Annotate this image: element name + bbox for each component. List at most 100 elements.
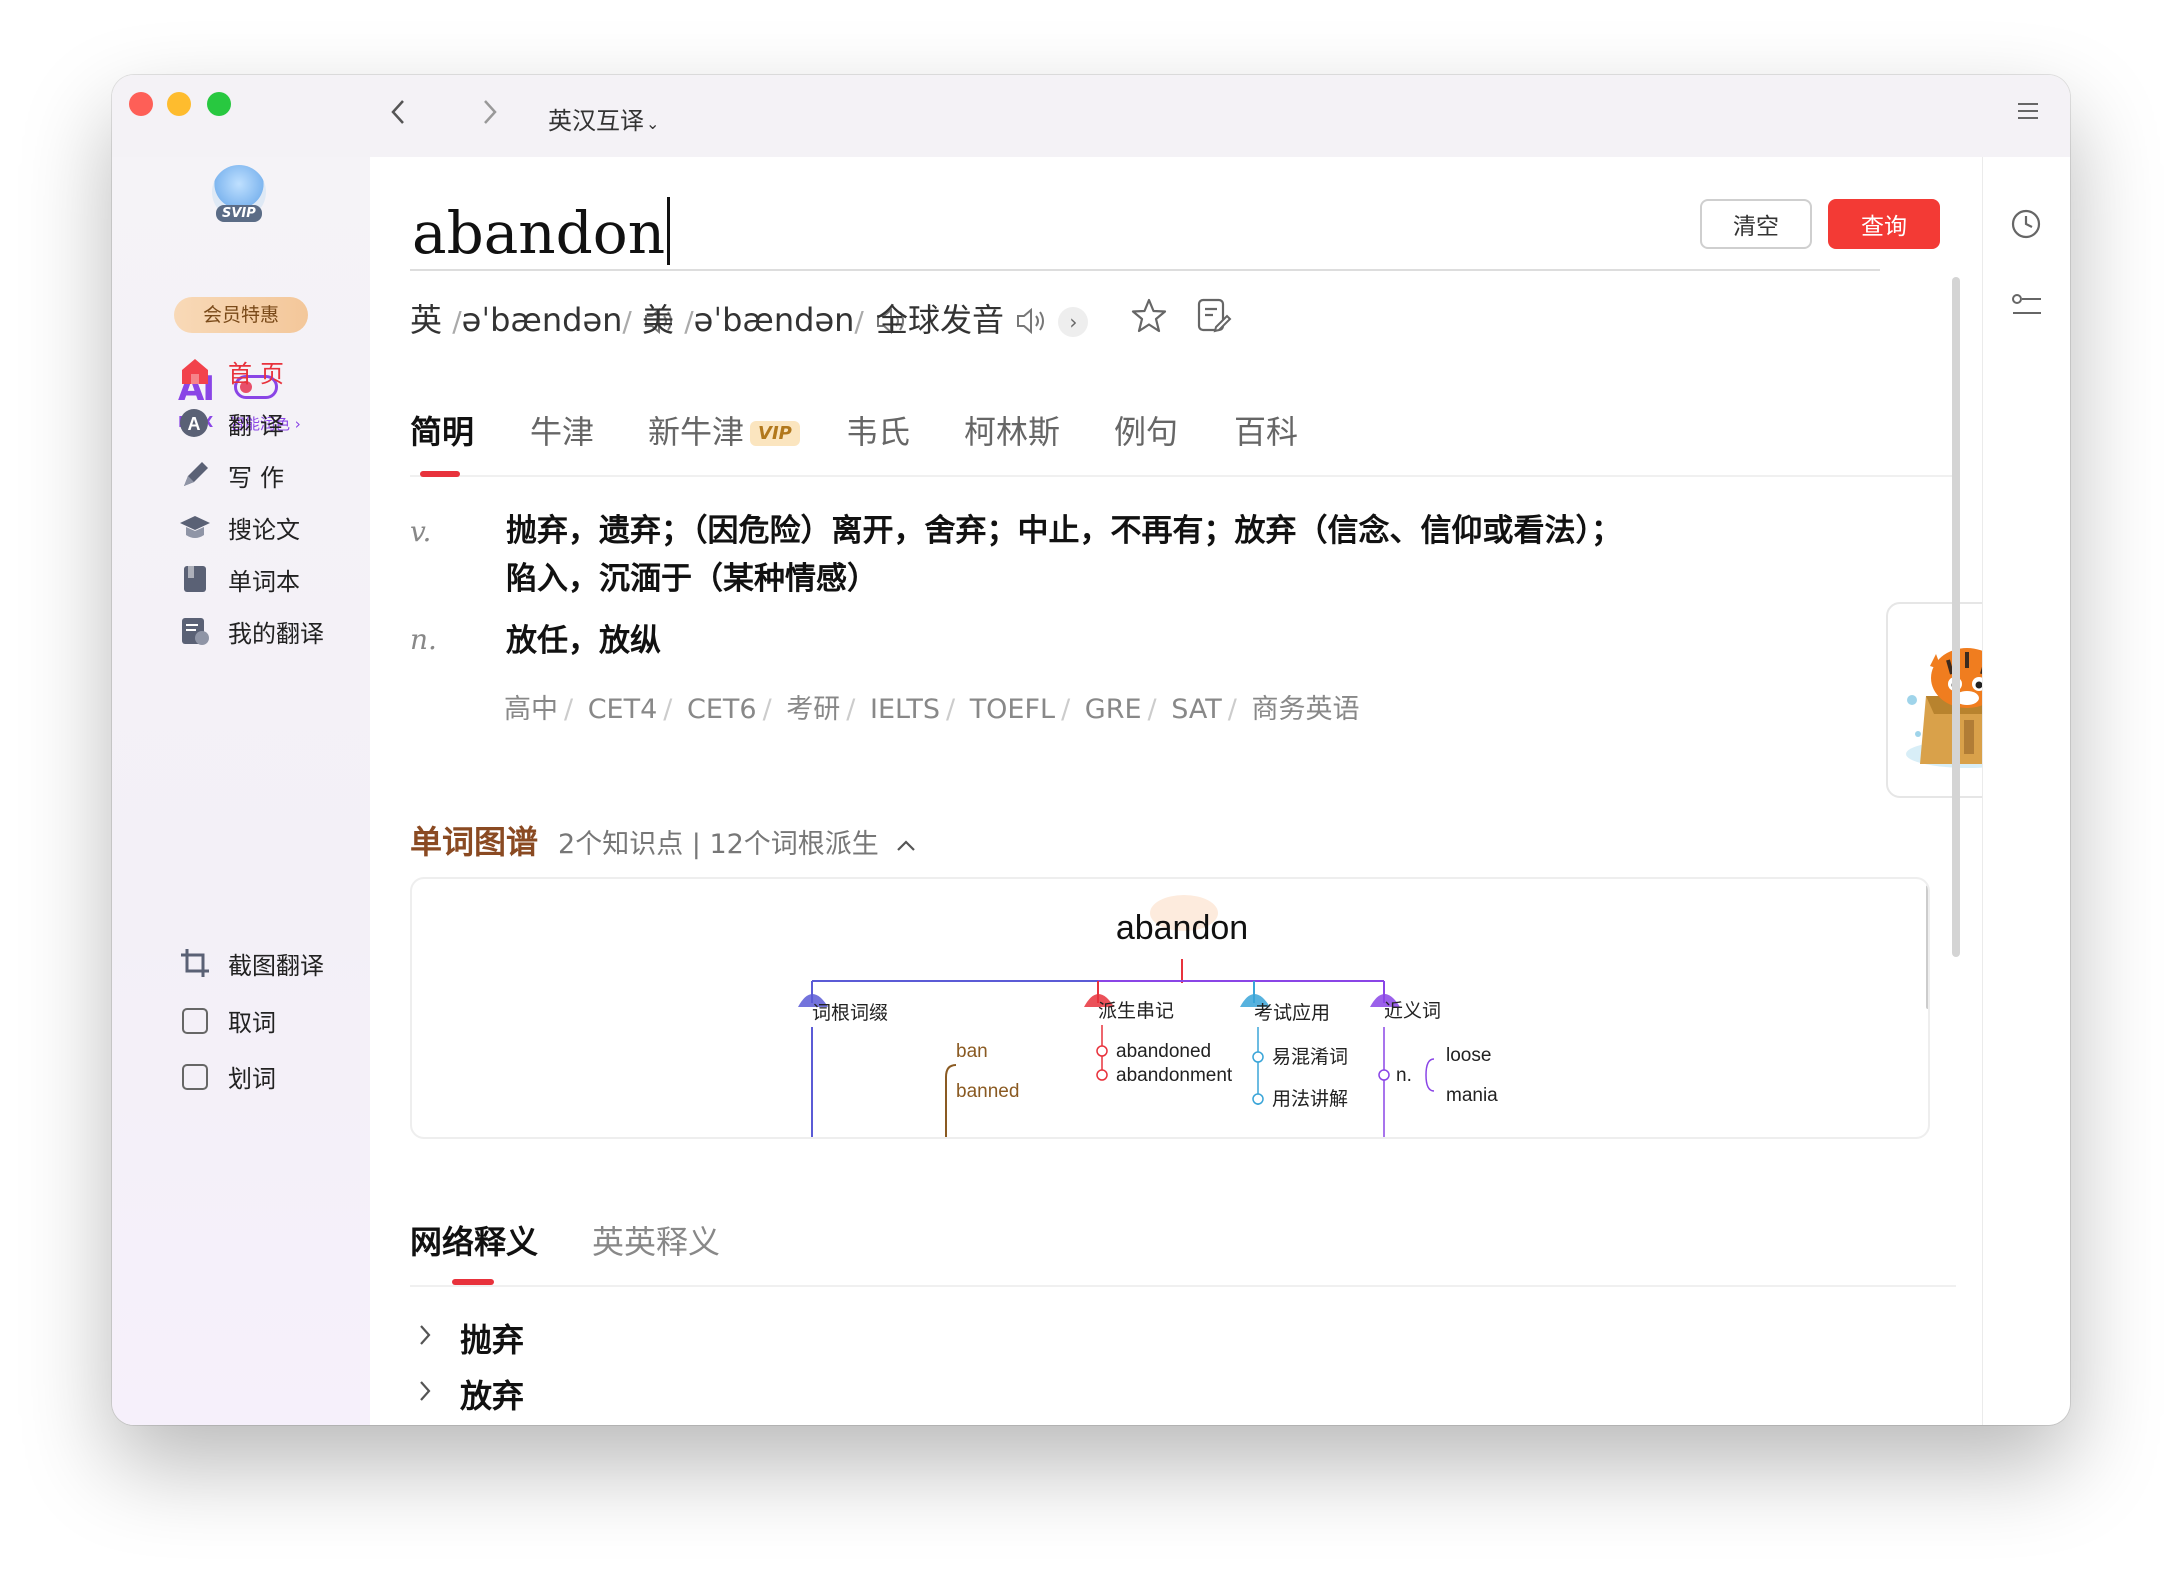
us-pronunciation[interactable]: 美 /əˈbændən/: [642, 295, 908, 341]
map-branch-label: 词根词缀: [812, 1002, 888, 1024]
us-ipa: əˈbændən: [693, 301, 855, 339]
checkbox-icon: [182, 1007, 208, 1034]
main-content: abandon 清空 查询 英 /əˈbændən/ 美 /əˈbændən/ …: [370, 157, 2046, 1425]
my-translation-icon: [178, 614, 212, 648]
map-synonym-word: mania: [1446, 1085, 1498, 1106]
map-derived-word: abandoned: [1116, 1041, 1211, 1062]
tab-webster[interactable]: 韦氏: [846, 407, 910, 453]
back-chevron-left-icon[interactable]: [388, 97, 408, 133]
word-map-scrollbar[interactable]: [1926, 885, 1928, 1009]
favorite-star-icon[interactable]: [1130, 297, 1168, 343]
svip-badge: SVIP: [216, 205, 262, 222]
translate-mode-select[interactable]: 英汉互译 ⌄: [548, 101, 659, 136]
sidebar-item-label: 首页: [228, 359, 292, 388]
sidebar-item-label: 翻译: [228, 411, 292, 440]
active-tab-indicator: [452, 1279, 494, 1285]
app-window: 英汉互译⌄ SVIP 会员特惠 AI BOX 智能润色 › 首页 A 翻译: [112, 75, 2070, 1425]
uk-pronunciation[interactable]: 英 /əˈbændən/: [410, 295, 676, 341]
map-root-word-item: ban: [956, 1041, 988, 1062]
search-input[interactable]: abandon: [412, 197, 671, 267]
tab-concise[interactable]: 简明: [410, 407, 474, 453]
level-tag: IELTS: [870, 694, 940, 725]
speaker-icon: [1017, 307, 1045, 335]
definition-tabs: 网络释义 英英释义: [410, 1217, 1956, 1287]
level-tag: 考研: [786, 694, 841, 725]
word-capture-checkbox[interactable]: 取词: [182, 1003, 276, 1038]
active-tab-indicator: [420, 471, 460, 477]
search-underline: [410, 269, 1880, 271]
web-definition-text: 放弃: [460, 1377, 525, 1415]
title-bar: 英汉互译 ⌄: [112, 75, 2070, 157]
map-exam-item: 易混淆词: [1272, 1046, 1348, 1068]
global-pronunciation[interactable]: 全球发音 ›: [876, 295, 1089, 341]
minimize-window-button[interactable]: [167, 92, 191, 116]
edit-note-icon[interactable]: [1196, 297, 1232, 343]
tab-collins[interactable]: 柯林斯: [964, 407, 1060, 453]
map-derived-word: abandonment: [1116, 1065, 1233, 1086]
definition-text: 放任，放纵: [506, 617, 661, 665]
sidebar-item-translate[interactable]: A 翻译: [178, 403, 292, 443]
sidebar-item-my-translation[interactable]: 我的翻译: [178, 611, 324, 651]
level-tag: 高中: [504, 694, 558, 725]
map-root-word: abandon: [1116, 909, 1248, 947]
chevron-down-icon: ⌄: [646, 114, 660, 133]
tab-encyclopedia[interactable]: 百科: [1234, 407, 1298, 453]
chevron-right-icon: ›: [1058, 307, 1089, 337]
chevron-right-icon: [418, 1323, 432, 1354]
query-button[interactable]: 查询: [1828, 199, 1940, 249]
home-icon: [178, 354, 212, 388]
definition-line: 陷入，沉湎于（某种情感）: [506, 561, 878, 597]
exam-level-tags: 高中 / CET4/ CET6/ 考研 / IELTS / TOEFL / GRE / S…: [504, 694, 1360, 725]
level-tag: CET6: [687, 694, 757, 725]
sidebar-item-screenshot-translate[interactable]: 截图翻译: [178, 943, 324, 983]
level-tag: 商务英语: [1251, 694, 1360, 725]
vip-badge: VIP: [750, 421, 800, 446]
map-branch-label: 考试应用: [1254, 1002, 1330, 1024]
word-map-summary: 2个知识点 | 12个词根派生: [558, 829, 879, 860]
definition-line: 放任，放纵: [506, 623, 661, 659]
main-scrollbar[interactable]: [1952, 277, 1960, 957]
web-definition-item[interactable]: 抛弃: [418, 1315, 524, 1361]
translate-mode-label: 英汉互译: [548, 107, 644, 135]
tab-oxford[interactable]: 牛津: [530, 407, 594, 453]
tab-examples[interactable]: 例句: [1114, 407, 1178, 453]
notebook-icon: [178, 562, 212, 596]
part-of-speech: v.: [410, 515, 432, 548]
word-map-diagram: abandon 词根词缀 派生串记 考试应用 近义词 ban banned ab…: [798, 895, 1498, 1137]
selection-translate-checkbox[interactable]: 划词: [182, 1059, 276, 1094]
tab-english-definitions[interactable]: 英英释义: [592, 1217, 720, 1263]
map-branch-label: 近义词: [1384, 1000, 1441, 1022]
checkbox-icon: [182, 1063, 208, 1090]
level-tag: CET4: [587, 694, 658, 725]
dictionary-tabs: 简明 牛津 新牛津 VIP 韦氏 柯林斯 例句 百科: [410, 407, 1956, 477]
map-exam-item: 用法讲解: [1272, 1088, 1348, 1110]
zoom-window-button[interactable]: [207, 92, 231, 116]
text-cursor: [667, 197, 671, 265]
pronunciation-row: 英 /əˈbændən/ 美 /əˈbændən/ 全球发音 ›: [410, 295, 1710, 345]
global-pronunciation-label: 全球发音: [876, 301, 1005, 339]
definition-text: 抛弃，遗弃；（因危险）离开，舍弃；中止，不再有；放弃（信念、信仰或看法）； 陷入…: [506, 507, 1622, 603]
sidebar-item-label: 搜论文: [228, 515, 300, 544]
close-window-button[interactable]: [129, 92, 153, 116]
forward-chevron-right-icon[interactable]: [480, 97, 500, 133]
map-synonym-word: loose: [1446, 1045, 1491, 1066]
sidebar-item-writing[interactable]: 写作: [178, 455, 292, 495]
word-map-panel[interactable]: abandon 词根词缀 派生串记 考试应用 近义词 ban banned ab…: [410, 877, 1930, 1139]
checkbox-label: 划词: [228, 1065, 276, 1093]
history-clock-icon[interactable]: [2009, 207, 2043, 241]
tab-web-definitions[interactable]: 网络释义: [410, 1217, 538, 1263]
hamburger-menu-icon[interactable]: [2018, 103, 2038, 119]
web-definition-item[interactable]: 放弃: [418, 1371, 524, 1417]
sidebar-item-wordbook[interactable]: 单词本: [178, 559, 300, 599]
level-tag: TOEFL: [969, 694, 1056, 725]
sidebar-item-papers[interactable]: 搜论文: [178, 507, 300, 547]
slider-settings-icon[interactable]: [2009, 289, 2043, 323]
map-branch-label: 派生串记: [1098, 1000, 1174, 1022]
web-definition-text: 抛弃: [460, 1321, 525, 1359]
word-map-header[interactable]: 单词图谱 2个知识点 | 12个词根派生: [410, 817, 917, 863]
search-query-text: abandon: [412, 199, 666, 267]
sidebar-item-home[interactable]: 首页: [178, 351, 292, 391]
tab-new-oxford[interactable]: 新牛津 VIP: [648, 407, 800, 453]
member-offer-button[interactable]: 会员特惠: [174, 297, 308, 333]
clear-button[interactable]: 清空: [1700, 199, 1812, 249]
